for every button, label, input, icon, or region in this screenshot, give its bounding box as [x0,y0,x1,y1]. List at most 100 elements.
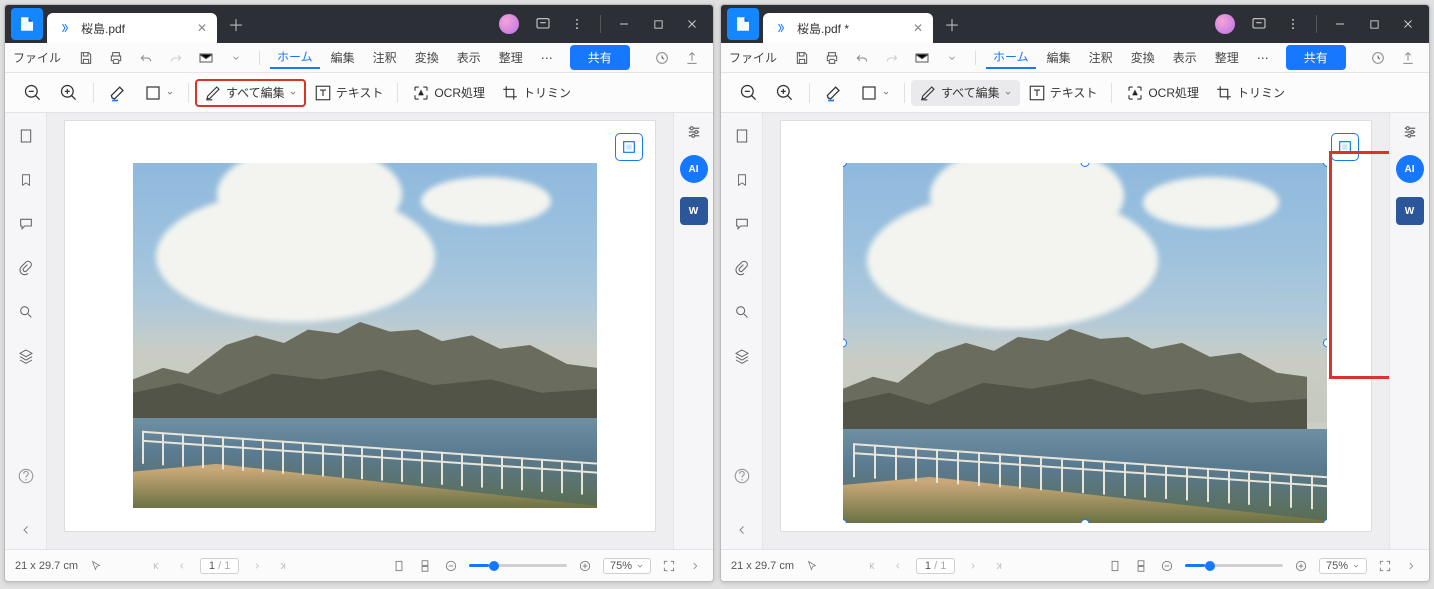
zoom-slider[interactable] [469,564,567,567]
resize-handle-nw[interactable] [843,163,847,167]
collapse-right-icon[interactable] [1403,558,1419,574]
avatar-icon[interactable] [494,9,524,39]
search-icon[interactable] [15,301,37,323]
attachment-icon[interactable] [731,257,753,279]
edit-all-button[interactable]: すべて編集 [911,80,1020,106]
bookmark-icon[interactable] [15,169,37,191]
menubar-chevron-icon[interactable] [223,45,249,71]
word-badge[interactable]: W [1396,197,1424,225]
attachment-icon[interactable] [15,257,37,279]
menu-home[interactable]: ホーム [986,46,1036,69]
zoom-in-icon[interactable] [1293,558,1309,574]
mail-icon[interactable] [909,45,935,71]
zoom-in-icon[interactable] [577,558,593,574]
minimize-button[interactable] [609,9,639,39]
tab-close-icon[interactable]: ✕ [197,21,207,35]
collapse-left-icon[interactable] [15,519,37,541]
avatar-icon[interactable] [1210,9,1240,39]
menu-edit[interactable]: 編集 [1040,47,1078,68]
settings-slider-icon[interactable] [1401,123,1419,141]
fullscreen-icon[interactable] [1377,558,1393,574]
document-tab[interactable]: 桜島.pdf * ✕ [763,13,933,43]
notification-icon[interactable] [1244,9,1274,39]
ai-badge[interactable]: AI [680,155,708,183]
comment-icon[interactable] [15,213,37,235]
mail-icon[interactable] [193,45,219,71]
view-continuous-icon[interactable] [1133,558,1149,574]
document-tab[interactable]: 桜島.pdf ✕ [47,13,217,43]
menu-view[interactable]: 表示 [450,47,488,68]
prev-page-icon[interactable] [890,558,906,574]
more-icon[interactable] [562,9,592,39]
resize-handle-se[interactable] [1323,519,1327,523]
shape-button[interactable] [136,80,182,106]
menu-organize[interactable]: 整理 [1208,47,1246,68]
prev-page-first-icon[interactable] [864,558,880,574]
menu-edit[interactable]: 編集 [324,47,362,68]
document-image[interactable] [843,163,1327,523]
next-page-icon[interactable] [249,558,265,574]
shape-button[interactable] [852,80,898,106]
close-button[interactable] [1393,9,1423,39]
undo-icon[interactable] [133,45,159,71]
menu-comment[interactable]: 注釈 [366,47,404,68]
menu-view[interactable]: 表示 [1166,47,1204,68]
minimize-button[interactable] [1325,9,1355,39]
upload-icon[interactable] [1395,45,1421,71]
thumbnails-icon[interactable] [15,125,37,147]
zoom-in-button[interactable] [51,79,87,107]
zoom-slider[interactable] [1185,564,1283,567]
fullscreen-icon[interactable] [661,558,677,574]
settings-slider-icon[interactable] [685,123,703,141]
menu-comment[interactable]: 注釈 [1082,47,1120,68]
new-tab-button[interactable]: ＋ [225,13,247,35]
menu-convert[interactable]: 変換 [1124,47,1162,68]
resize-handle-ne[interactable] [1323,163,1327,167]
next-page-last-icon[interactable] [275,558,291,574]
menu-organize[interactable]: 整理 [492,47,530,68]
resize-handle-e[interactable] [1323,339,1327,348]
share-button[interactable]: 共有 [1286,45,1346,70]
fit-page-icon[interactable] [615,133,643,161]
bookmark-icon[interactable] [731,169,753,191]
notification-icon[interactable] [528,9,558,39]
upload-icon[interactable] [679,45,705,71]
canvas[interactable] [763,113,1389,549]
text-button[interactable]: テキスト [306,80,392,106]
search-icon[interactable] [731,301,753,323]
history-icon[interactable] [1365,45,1391,71]
ocr-button[interactable]: OCR処理 [404,80,493,106]
collapse-left-icon[interactable] [731,519,753,541]
page-input[interactable]: 1 / 1 [200,558,239,574]
new-tab-button[interactable]: ＋ [941,13,963,35]
share-button[interactable]: 共有 [570,45,630,70]
save-icon[interactable] [73,45,99,71]
ai-badge[interactable]: AI [1396,155,1424,183]
menubar-chevron-icon[interactable] [939,45,965,71]
comment-icon[interactable] [731,213,753,235]
tab-close-icon[interactable]: ✕ [913,21,923,35]
resize-handle-sw[interactable] [843,519,847,523]
word-badge[interactable]: W [680,197,708,225]
maximize-button[interactable] [643,9,673,39]
layers-icon[interactable] [15,345,37,367]
highlighter-button[interactable] [816,79,852,107]
menu-file[interactable]: ファイル [729,49,777,66]
print-icon[interactable] [103,45,129,71]
resize-handle-n[interactable] [1081,163,1090,167]
prev-page-first-icon[interactable] [148,558,164,574]
menu-home[interactable]: ホーム [270,46,320,69]
text-button[interactable]: テキスト [1020,80,1106,106]
help-icon[interactable] [731,465,753,487]
zoom-select[interactable]: 75% [1319,558,1367,574]
canvas[interactable] [47,113,673,549]
menu-convert[interactable]: 変換 [408,47,446,68]
redo-icon[interactable] [879,45,905,71]
highlighter-button[interactable] [100,79,136,107]
view-single-icon[interactable] [1107,558,1123,574]
zoom-out-button[interactable] [731,79,767,107]
zoom-select[interactable]: 75% [603,558,651,574]
history-icon[interactable] [649,45,675,71]
menu-more[interactable]: ⋯ [534,49,558,67]
save-icon[interactable] [789,45,815,71]
